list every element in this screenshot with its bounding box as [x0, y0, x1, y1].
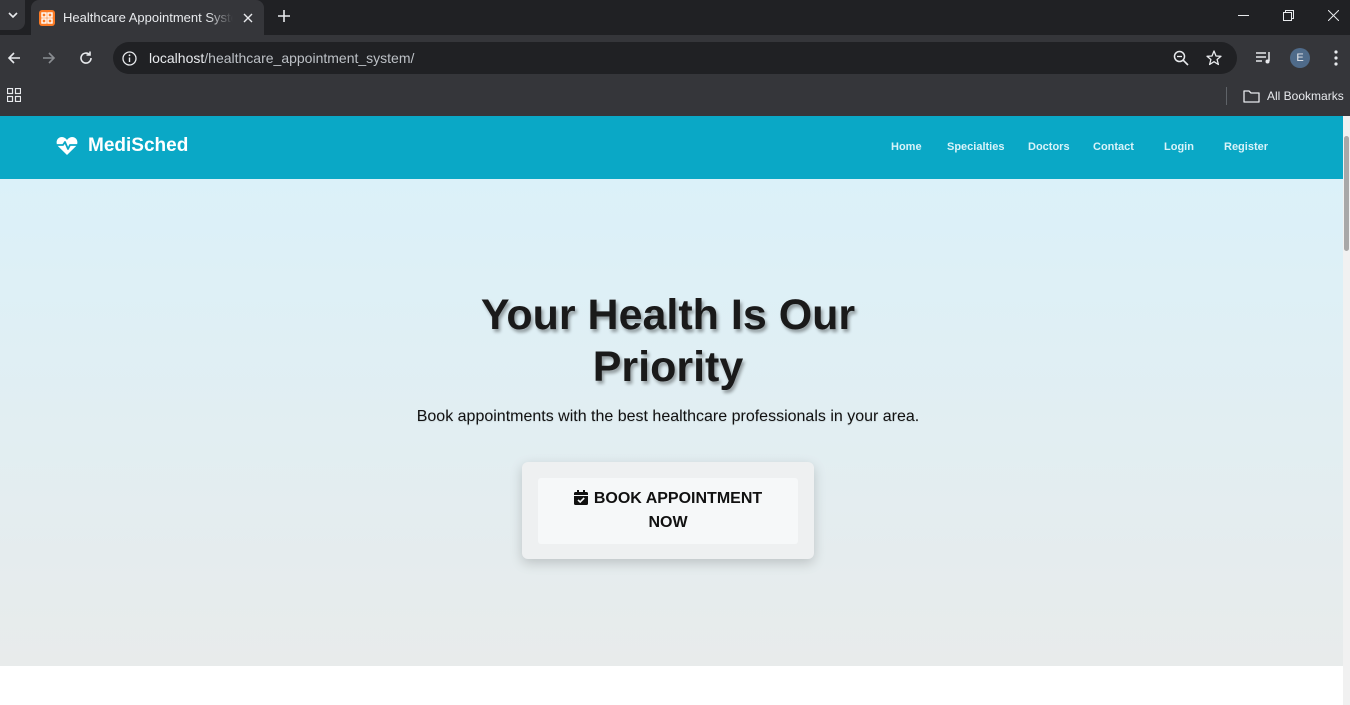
- apps-button[interactable]: [0, 81, 28, 109]
- cta-container: BOOK APPOINTMENT NOW: [522, 462, 814, 559]
- nav-link-contact[interactable]: Contact: [1093, 141, 1134, 153]
- nav-link-home[interactable]: Home: [891, 141, 922, 153]
- address-bar[interactable]: localhost/healthcare_appointment_system/: [113, 42, 1237, 74]
- media-queue-icon: [1256, 52, 1270, 64]
- hero-subtitle: Book appointments with the best healthca…: [416, 408, 920, 425]
- back-button[interactable]: [0, 44, 28, 72]
- kebab-menu-icon: [1334, 50, 1338, 66]
- scrollbar-thumb[interactable]: [1344, 136, 1349, 251]
- tab-close-icon[interactable]: [240, 10, 256, 26]
- hero-title: Your Health Is Our Priority: [0, 289, 1336, 393]
- forward-button[interactable]: [35, 44, 63, 72]
- site-navbar: MediSched Home Specialties Doctors Conta…: [0, 116, 1343, 179]
- url-path: /healthcare_appointment_system/: [204, 50, 415, 66]
- hero-title-line-1: Your Health Is Our: [480, 291, 856, 339]
- nav-link-login[interactable]: Login: [1164, 141, 1194, 153]
- star-icon[interactable]: [1204, 48, 1224, 68]
- apps-grid-icon: [7, 88, 21, 102]
- site-info-icon[interactable]: [119, 48, 139, 68]
- brand-logo[interactable]: MediSched: [56, 135, 188, 157]
- tab-title: Healthcare Appointment System: [63, 10, 233, 25]
- all-bookmarks-button[interactable]: All Bookmarks: [1243, 86, 1344, 106]
- browser-tab[interactable]: Healthcare Appointment System: [31, 0, 264, 35]
- reload-button[interactable]: [72, 44, 100, 72]
- arrow-left-icon: [7, 52, 20, 64]
- url-text: localhost/healthcare_appointment_system/: [149, 50, 414, 66]
- nav-link-register[interactable]: Register: [1224, 141, 1268, 153]
- nav-link-specialties[interactable]: Specialties: [947, 141, 1004, 153]
- browser-toolbar: localhost/healthcare_appointment_system/…: [0, 35, 1350, 81]
- favicon-icon: [39, 9, 55, 26]
- restore-button[interactable]: [1266, 0, 1311, 30]
- restore-icon: [1283, 9, 1294, 21]
- reload-icon: [80, 51, 92, 64]
- media-control-button[interactable]: [1250, 44, 1278, 72]
- minimize-button[interactable]: [1221, 0, 1266, 30]
- bookmarks-bar: All Bookmarks: [0, 81, 1350, 116]
- calendar-check-icon: [573, 490, 588, 505]
- close-icon: [1328, 9, 1339, 21]
- hero-title-line-2: Priority: [592, 343, 744, 391]
- heartbeat-icon: [56, 137, 78, 155]
- arrow-right-icon: [43, 52, 56, 64]
- plus-icon: [278, 10, 290, 22]
- minimize-icon: [1238, 14, 1249, 16]
- url-host: localhost: [149, 50, 205, 66]
- hero-section: Your Health Is Our Priority Book appoint…: [0, 179, 1343, 666]
- cta-label: BOOK APPOINTMENT NOW: [593, 490, 763, 531]
- brand-name: MediSched: [88, 135, 189, 156]
- new-tab-button[interactable]: [274, 6, 294, 26]
- cta-text: BOOK APPOINTMENT NOW: [558, 487, 778, 535]
- browser-menu-button[interactable]: [1322, 44, 1350, 72]
- zoom-icon[interactable]: [1171, 48, 1191, 68]
- all-bookmarks-label: All Bookmarks: [1267, 89, 1344, 103]
- book-appointment-button[interactable]: BOOK APPOINTMENT NOW: [538, 478, 798, 544]
- profile-avatar[interactable]: E: [1290, 48, 1310, 68]
- page-viewport: MediSched Home Specialties Doctors Conta…: [0, 116, 1343, 705]
- close-window-button[interactable]: [1311, 0, 1350, 30]
- tab-strip: Healthcare Appointment System: [0, 0, 1350, 35]
- chevron-down-icon: [7, 12, 18, 19]
- bookmarks-divider: [1226, 87, 1227, 105]
- page-scrollbar[interactable]: [1343, 116, 1350, 705]
- folder-icon: [1243, 90, 1260, 103]
- tab-search-button[interactable]: [0, 0, 25, 30]
- nav-link-doctors[interactable]: Doctors: [1028, 141, 1070, 153]
